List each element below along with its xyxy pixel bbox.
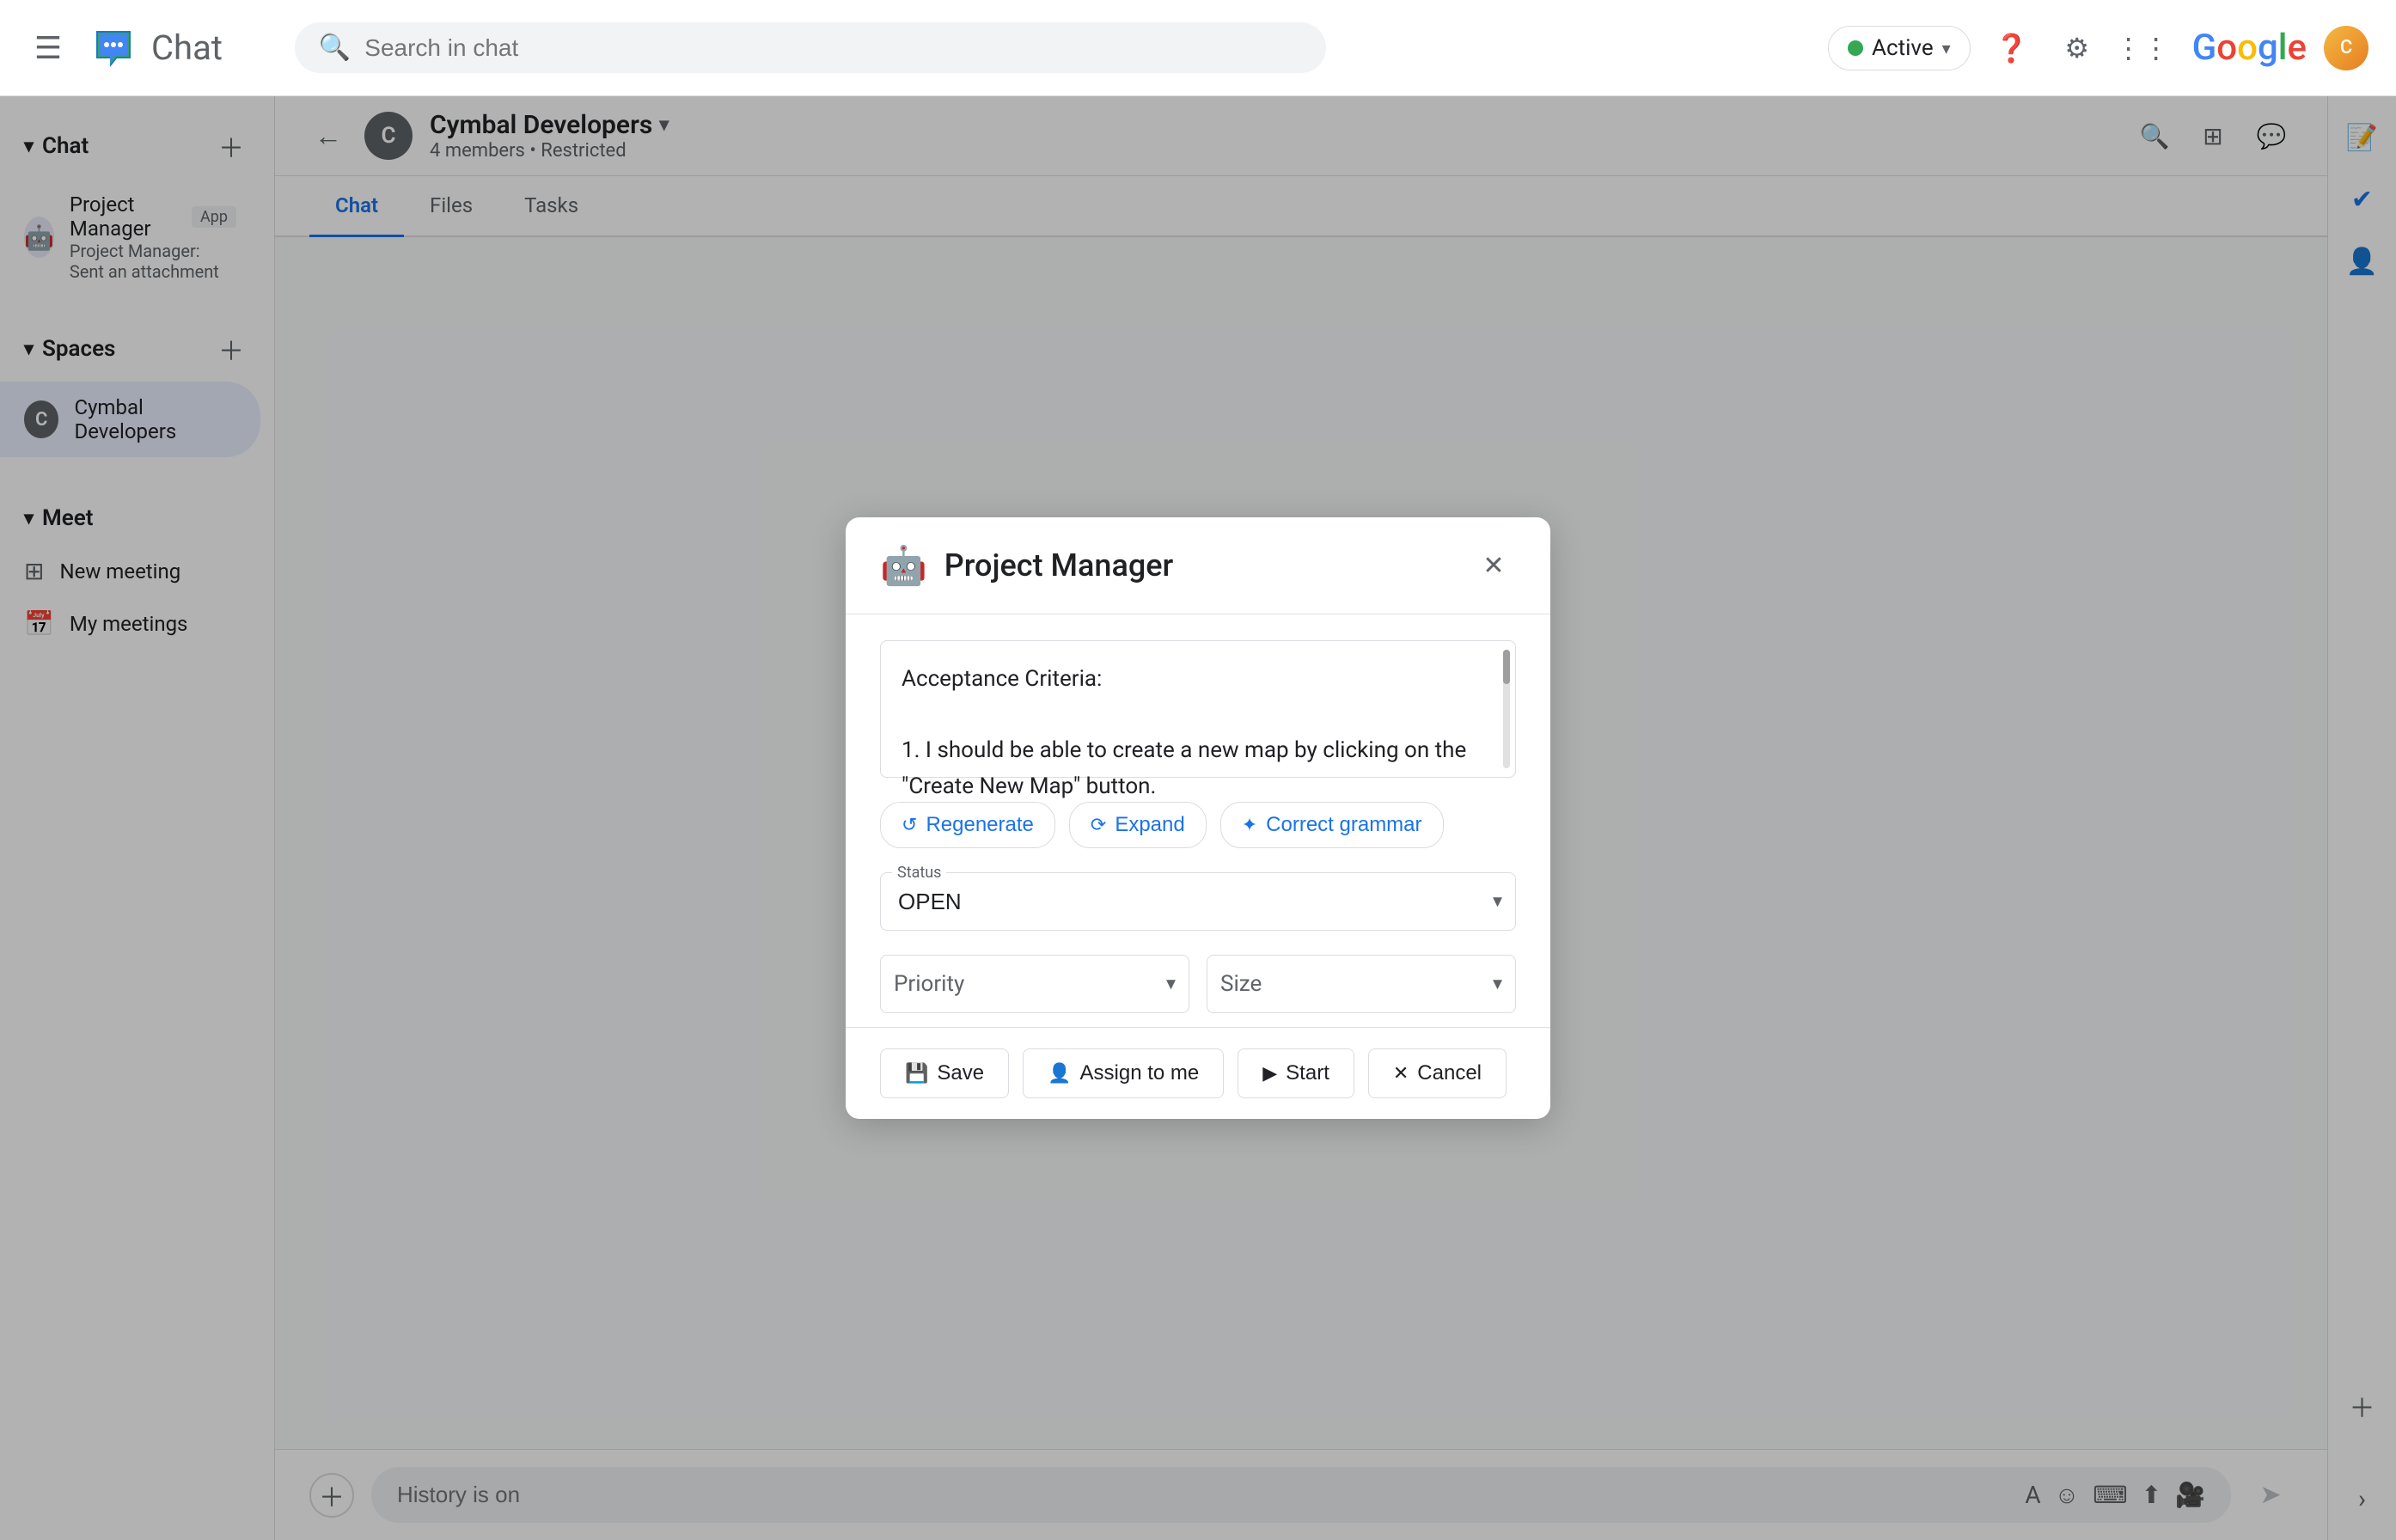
- acceptance-criteria-item1: 1. I should be able to create a new map …: [902, 733, 1494, 804]
- modal-title-text: Project Manager: [944, 547, 1454, 584]
- google-logo: Google: [2192, 27, 2307, 69]
- top-bar-right: Active ▾ ❓ ⚙ ⋮⋮ Google C: [1828, 24, 2368, 72]
- expand-button[interactable]: ⟳ Expand: [1069, 802, 1207, 848]
- modal-header: 🤖 Project Manager ✕: [846, 517, 1550, 614]
- regenerate-button[interactable]: ↺ Regenerate: [880, 802, 1055, 848]
- user-avatar[interactable]: C: [2324, 26, 2368, 70]
- cancel-icon: ✕: [1393, 1062, 1409, 1085]
- expand-icon: ⟳: [1091, 814, 1106, 836]
- save-icon: 💾: [905, 1062, 928, 1085]
- textarea-scrollbar[interactable]: [1503, 650, 1510, 768]
- apps-button[interactable]: ⋮⋮: [2118, 24, 2167, 72]
- help-button[interactable]: ❓: [1988, 24, 2036, 72]
- expand-label: Expand: [1115, 813, 1184, 837]
- start-icon: ▶: [1262, 1062, 1277, 1085]
- status-field: Status OPEN IN PROGRESS DONE ▾: [880, 872, 1516, 931]
- main-layout: ▾ Chat ＋ 🤖 Project Manager App Project M…: [0, 96, 2396, 1540]
- active-dot-indicator: [1848, 40, 1863, 56]
- cancel-label: Cancel: [1417, 1061, 1482, 1085]
- ai-actions-row: ↺ Regenerate ⟳ Expand ✦ Correct grammar: [880, 802, 1516, 848]
- modal-close-button[interactable]: ✕: [1471, 543, 1516, 588]
- modal-robot-icon: 🤖: [880, 543, 927, 588]
- regenerate-label: Regenerate: [926, 813, 1033, 837]
- correct-grammar-icon: ✦: [1242, 814, 1257, 836]
- search-input[interactable]: [364, 34, 1302, 62]
- app-name: Chat: [151, 28, 223, 68]
- hamburger-menu[interactable]: ☰: [28, 28, 69, 69]
- size-field: XS S M L Size ▾: [1207, 955, 1516, 1013]
- modal-body: Acceptance Criteria: 1. I should be able…: [846, 614, 1550, 1027]
- acceptance-criteria-textarea[interactable]: Acceptance Criteria: 1. I should be able…: [880, 640, 1516, 778]
- status-field-label: Status: [892, 864, 946, 882]
- acceptance-criteria-text: Acceptance Criteria: 1. I should be able…: [902, 662, 1494, 804]
- save-label: Save: [937, 1061, 984, 1085]
- modal-overlay: 🤖 Project Manager ✕ Acceptance Criteria:…: [0, 96, 2396, 1540]
- app-logo: Chat: [89, 24, 223, 72]
- status-select[interactable]: OPEN IN PROGRESS DONE: [880, 872, 1516, 931]
- priority-field: LOW MEDIUM HIGH Priority ▾: [880, 955, 1189, 1013]
- top-bar: ☰ Chat 🔍 Active ▾ ❓ ⚙ ⋮⋮ Google: [0, 0, 2396, 96]
- active-label: Active: [1872, 35, 1934, 61]
- modal-footer: 💾 Save 👤 Assign to me ▶ Start ✕ Cancel: [846, 1027, 1550, 1119]
- start-label: Start: [1286, 1061, 1329, 1085]
- textarea-scrollbar-thumb: [1503, 650, 1510, 684]
- correct-grammar-label: Correct grammar: [1266, 813, 1421, 837]
- priority-select[interactable]: LOW MEDIUM HIGH: [880, 955, 1189, 1013]
- assign-to-me-button[interactable]: 👤 Assign to me: [1023, 1048, 1224, 1098]
- active-chevron-icon: ▾: [1942, 38, 1951, 58]
- save-button[interactable]: 💾 Save: [880, 1048, 1009, 1098]
- regenerate-icon: ↺: [902, 814, 917, 836]
- assign-to-me-icon: 👤: [1048, 1062, 1071, 1085]
- chat-logo-icon: [89, 24, 138, 72]
- acceptance-criteria-heading: Acceptance Criteria:: [902, 662, 1494, 698]
- active-status-badge[interactable]: Active ▾: [1828, 26, 1971, 70]
- correct-grammar-button[interactable]: ✦ Correct grammar: [1220, 802, 1444, 848]
- search-container: 🔍: [295, 22, 1326, 73]
- search-icon: 🔍: [319, 33, 351, 63]
- priority-size-row: LOW MEDIUM HIGH Priority ▾ XS S M: [880, 955, 1516, 1013]
- settings-button[interactable]: ⚙: [2053, 24, 2101, 72]
- start-button[interactable]: ▶ Start: [1238, 1048, 1354, 1098]
- project-manager-modal: 🤖 Project Manager ✕ Acceptance Criteria:…: [846, 517, 1550, 1119]
- assign-to-me-label: Assign to me: [1080, 1061, 1200, 1085]
- cancel-button[interactable]: ✕ Cancel: [1368, 1048, 1507, 1098]
- size-select[interactable]: XS S M L: [1207, 955, 1516, 1013]
